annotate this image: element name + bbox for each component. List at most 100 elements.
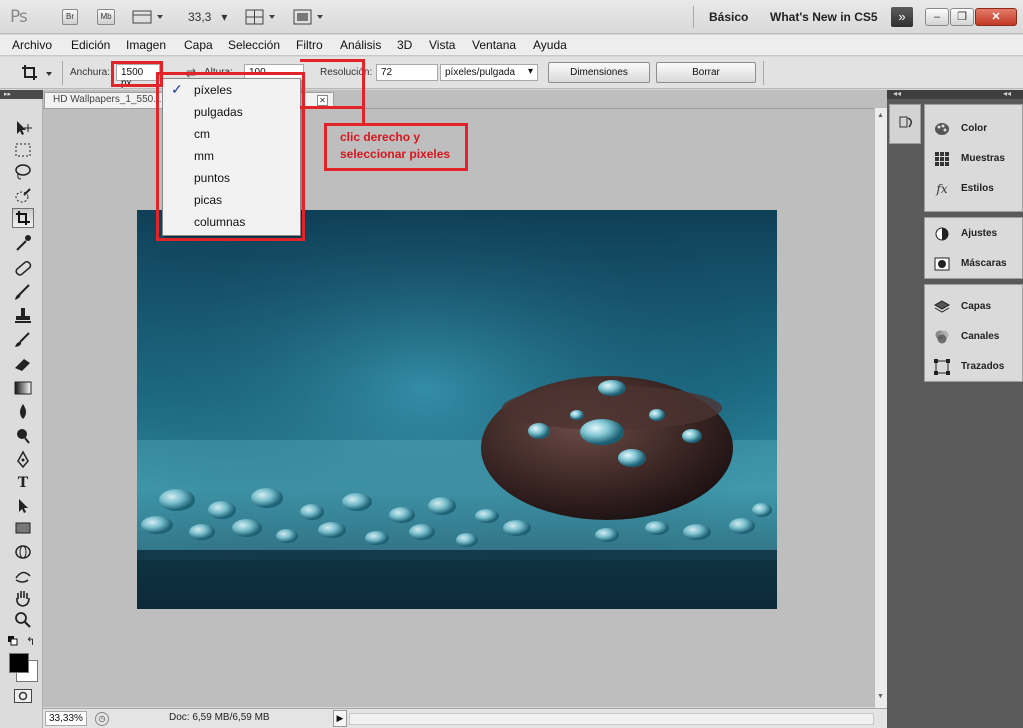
panel-layers[interactable]: Capas (925, 293, 1022, 321)
quick-mask-icon[interactable] (14, 689, 32, 703)
tool-preset-picker[interactable] (20, 63, 56, 83)
workspace-whats-new[interactable]: What's New in CS5 (770, 10, 878, 24)
arrange-documents-button[interactable] (245, 8, 279, 26)
panel-masks[interactable]: Máscaras (925, 250, 1022, 278)
menu-capa[interactable]: Capa (184, 38, 213, 52)
menu-imagen[interactable]: Imagen (126, 38, 166, 52)
annotation-callout: clic derecho y seleccionar pixeles (324, 123, 468, 171)
options-divider (62, 61, 63, 85)
healing-brush-tool-icon[interactable] (12, 258, 34, 278)
crop-tool-icon[interactable] (12, 208, 34, 228)
right-panel-dock: ◂◂ ◂◂ Color Muestras fx Estilos Ajustes (887, 89, 1023, 728)
mini-bridge-button[interactable]: Mb (97, 9, 115, 25)
blur-tool-icon[interactable] (12, 402, 34, 422)
panel-color[interactable]: Color (925, 115, 1022, 143)
options-divider (763, 61, 764, 85)
gradient-tool-icon[interactable] (12, 378, 34, 398)
panel-label-color: Color (961, 123, 988, 134)
rectangle-tool-icon[interactable] (12, 518, 34, 538)
color-panel-group: Color Muestras fx Estilos (924, 104, 1023, 212)
layers-stack-icon (933, 299, 951, 315)
move-tool-icon[interactable] (12, 118, 34, 138)
menu-edicion[interactable]: Edición (71, 38, 110, 52)
panel-label-styles: Estilos (961, 183, 994, 194)
status-info-icon[interactable]: ◷ (95, 712, 109, 726)
menu-analisis[interactable]: Análisis (340, 38, 381, 52)
menu-filtro[interactable]: Filtro (296, 38, 323, 52)
mask-icon (934, 256, 950, 272)
marquee-tool-icon[interactable] (12, 140, 34, 160)
arrange-documents-icon (245, 9, 275, 25)
workspace-basic[interactable]: Básico (709, 10, 748, 24)
history-brush-tool-icon[interactable] (12, 330, 34, 350)
title-bar: Ps Br Mb 33,3 ▾ Básico What's New in CS5… (0, 0, 1023, 34)
path-selection-tool-icon[interactable] (12, 496, 34, 516)
history-panel-icon[interactable] (889, 104, 921, 144)
layers-panel-group: Capas Canales Trazados (924, 284, 1023, 382)
zoom-field[interactable]: 33,33% (45, 711, 87, 726)
panel-styles[interactable]: fx Estilos (925, 175, 1022, 203)
zoom-level[interactable]: 33,3 ▾ (188, 10, 227, 24)
lasso-tool-icon[interactable] (12, 162, 34, 182)
titlebar-divider (693, 6, 694, 28)
menu-ventana[interactable]: Ventana (472, 38, 516, 52)
annotation-connector (300, 59, 365, 109)
minimize-button[interactable]: – (925, 8, 949, 26)
3d-orbit-tool-icon[interactable] (12, 566, 34, 586)
dimensions-button[interactable]: Dimensiones (548, 62, 650, 83)
quick-selection-tool-icon[interactable] (12, 186, 34, 206)
vertical-scrollbar[interactable]: ▲ ▼ (874, 108, 887, 708)
menu-ayuda[interactable]: Ayuda (533, 38, 567, 52)
menu-vista[interactable]: Vista (429, 38, 455, 52)
type-tool-icon[interactable]: T (12, 473, 34, 493)
status-menu-arrow-icon[interactable]: ▶ (333, 710, 347, 727)
eyedropper-tool-icon[interactable] (12, 233, 34, 253)
resolution-unit-select[interactable]: píxeles/pulgada ▾ (440, 64, 538, 81)
screen-mode-icon (293, 9, 323, 25)
panel-swatches[interactable]: Muestras (925, 145, 1022, 173)
brush-tool-icon[interactable] (12, 282, 34, 302)
width-label: Anchura: (70, 67, 111, 78)
pen-tool-icon[interactable] (12, 450, 34, 470)
collapse-left-icon[interactable]: ◂◂ (893, 89, 901, 98)
clear-button[interactable]: Borrar (656, 62, 756, 83)
foreground-color-swatch[interactable] (9, 653, 29, 673)
view-extras-button[interactable] (132, 8, 166, 26)
close-button[interactable]: ✕ (975, 8, 1017, 26)
3d-rotate-tool-icon[interactable] (12, 542, 34, 562)
resolution-unit-value: píxeles/pulgada (445, 67, 516, 78)
clone-stamp-tool-icon[interactable] (12, 306, 34, 326)
annotation-highlight-menu (156, 72, 305, 241)
menu-seleccion[interactable]: Selección (228, 38, 280, 52)
resolution-input[interactable]: 72 (376, 64, 438, 81)
default-colors-icon[interactable] (8, 636, 18, 646)
horizontal-scrollbar[interactable] (349, 713, 874, 725)
scroll-up-icon[interactable]: ▲ (877, 112, 884, 119)
hand-tool-icon[interactable] (12, 588, 34, 608)
status-bar: 33,33% ◷ Doc: 6,59 MB/6,59 MB ▶ (43, 708, 887, 728)
tools-panel: ▸▸ T ↰ (0, 90, 43, 728)
dodge-tool-icon[interactable] (12, 426, 34, 446)
zoom-tool-icon[interactable] (12, 610, 34, 630)
panel-label-masks: Máscaras (961, 258, 1007, 269)
panel-channels[interactable]: Canales (925, 323, 1022, 351)
view-extras-icon (132, 10, 163, 24)
photoshop-logo: Ps (10, 7, 28, 27)
collapse-tools-icon[interactable]: ▸▸ (0, 90, 43, 99)
panel-adjustments[interactable]: Ajustes (925, 220, 1022, 248)
screen-mode-button[interactable] (293, 8, 327, 26)
collapse-right-icon[interactable]: ◂◂ (1003, 89, 1011, 98)
scroll-down-icon[interactable]: ▼ (877, 693, 884, 700)
document-tab-title: HD Wallpapers_1_550... (53, 94, 162, 105)
eraser-tool-icon[interactable] (12, 354, 34, 374)
more-workspaces-button[interactable]: » (891, 7, 913, 27)
chevron-down-icon: ▾ (221, 10, 228, 24)
restore-button[interactable]: ❐ (950, 8, 974, 26)
swap-colors-icon[interactable]: ↰ (26, 635, 35, 648)
bridge-button[interactable]: Br (62, 9, 78, 25)
panel-paths[interactable]: Trazados (925, 353, 1022, 381)
menu-archivo[interactable]: Archivo (12, 38, 52, 52)
menu-3d[interactable]: 3D (397, 38, 412, 52)
fx-styles-icon: fx (936, 182, 948, 196)
zoom-value: 33,3 (188, 10, 212, 24)
